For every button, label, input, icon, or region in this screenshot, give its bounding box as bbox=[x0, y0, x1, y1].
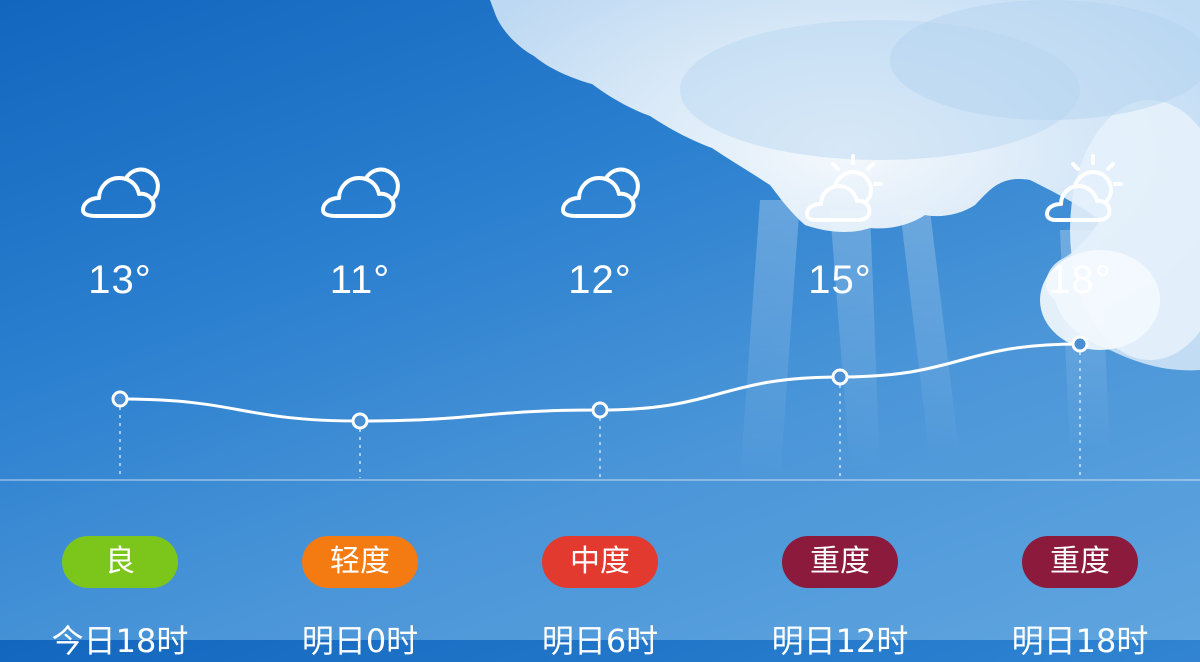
air-quality-badge: 重度 bbox=[1022, 536, 1138, 588]
temperature-label: 11° bbox=[329, 258, 391, 302]
forecast-time: 明日12时 bbox=[771, 622, 909, 660]
air-quality-badge: 轻度 bbox=[302, 536, 418, 588]
partly-sunny-icon bbox=[720, 150, 960, 230]
cloudy-icon bbox=[480, 150, 720, 230]
air-quality-badge: 良 bbox=[62, 536, 178, 588]
temperature-label: 12° bbox=[568, 258, 632, 302]
temperature-label: 15° bbox=[808, 258, 872, 302]
cloudy-icon bbox=[0, 150, 240, 230]
air-quality-badge: 重度 bbox=[782, 536, 898, 588]
sun-rays bbox=[740, 200, 1110, 480]
cloudy-icon bbox=[240, 150, 480, 230]
temperature-label: 18° bbox=[1048, 258, 1112, 302]
temperature-label: 13° bbox=[88, 258, 152, 302]
forecast-time: 明日6时 bbox=[541, 622, 659, 660]
forecast-time: 今日18时 bbox=[51, 622, 189, 660]
divider-line bbox=[0, 479, 1200, 481]
air-quality-badge: 中度 bbox=[542, 536, 658, 588]
forecast-time: 明日18时 bbox=[1011, 622, 1149, 660]
partly-sunny-icon bbox=[960, 150, 1200, 230]
forecast-time: 明日0时 bbox=[301, 622, 419, 660]
